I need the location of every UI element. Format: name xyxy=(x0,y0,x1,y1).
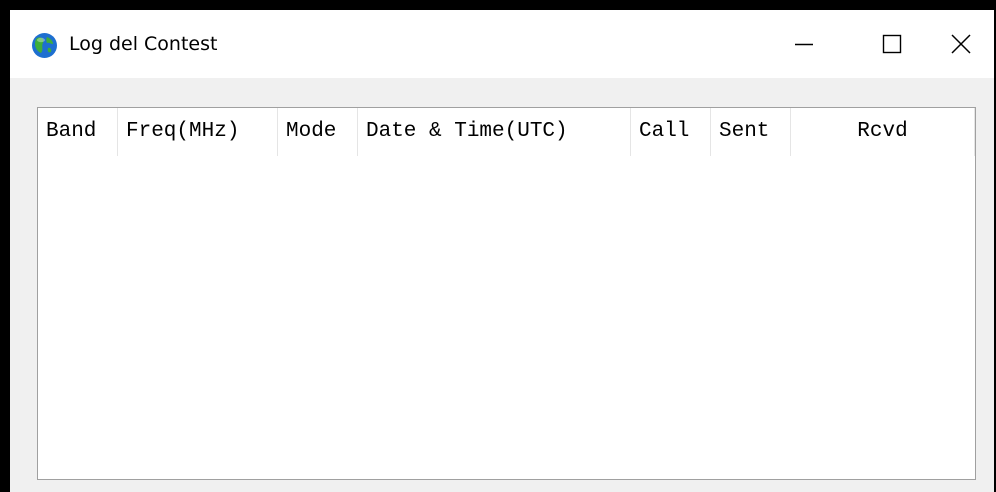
column-header-date-time[interactable]: Date & Time(UTC) xyxy=(358,108,631,156)
title-bar[interactable]: Log del Contest xyxy=(10,10,994,78)
column-header-sent[interactable]: Sent xyxy=(711,108,791,156)
window-title: Log del Contest xyxy=(69,33,218,55)
maximize-icon xyxy=(882,34,902,54)
column-header-band[interactable]: Band xyxy=(38,108,118,156)
log-window: Log del Contest Band Freq(MHz) Mode Date xyxy=(10,10,994,492)
column-header-received[interactable]: Rcvd xyxy=(791,108,975,156)
close-icon xyxy=(951,34,971,54)
list-header: Band Freq(MHz) Mode Date & Time(UTC) Cal… xyxy=(38,108,975,156)
globe-icon xyxy=(32,33,57,58)
minimize-icon xyxy=(795,43,813,46)
minimize-button[interactable] xyxy=(760,10,848,78)
column-header-mode[interactable]: Mode xyxy=(278,108,358,156)
column-header-frequency[interactable]: Freq(MHz) xyxy=(118,108,278,156)
column-header-call[interactable]: Call xyxy=(631,108,711,156)
contest-log-list[interactable]: Band Freq(MHz) Mode Date & Time(UTC) Cal… xyxy=(37,107,976,480)
window-client-area: Band Freq(MHz) Mode Date & Time(UTC) Cal… xyxy=(10,78,994,492)
close-button[interactable] xyxy=(928,10,994,78)
maximize-button[interactable] xyxy=(848,10,936,78)
